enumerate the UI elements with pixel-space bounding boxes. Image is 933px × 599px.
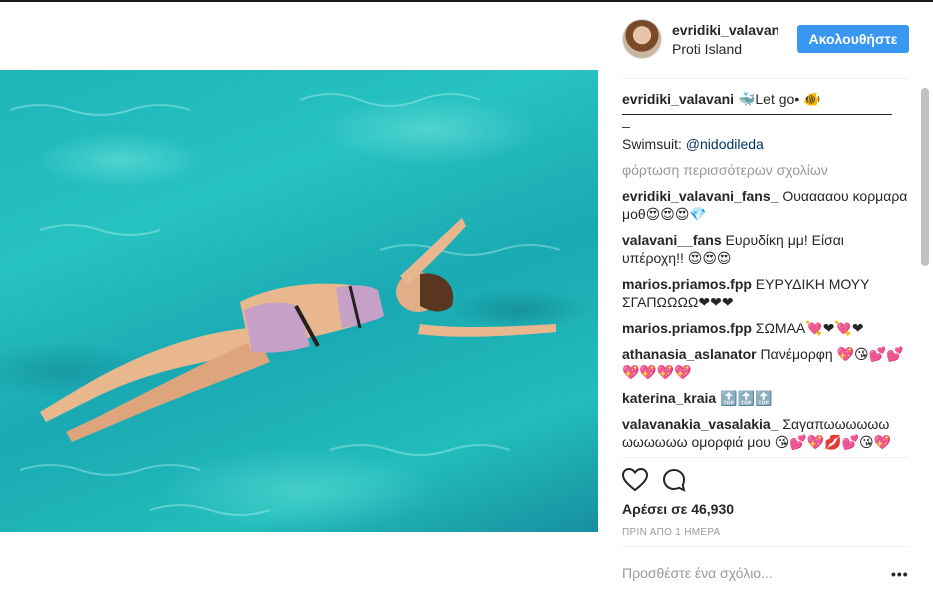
comment-item: valavanakia_vasalakia_ Σαγαπωωωωωω ωωωωω… [622,415,909,451]
comment-text: 🔝🔝🔝 [716,390,773,406]
comment-text: ΣΩΜΑΑ💘❤💘❤ [751,320,864,336]
post-username[interactable]: evridiki_valavani [672,22,778,38]
load-more-comments-link[interactable]: φόρτωση περισσότερων σχολίων [622,161,909,179]
top-border [0,0,933,2]
comment-icon[interactable] [662,468,686,497]
comment-username[interactable]: marios.priamos.fpp [622,320,752,336]
follow-button[interactable]: Ακολουθήστε [797,25,909,53]
comments-divider [622,457,909,458]
swimsuit-mention-link[interactable]: @nidodileda [686,136,764,152]
comment-username[interactable]: katerina_kraia [622,390,716,406]
more-options-icon[interactable]: ••• [891,566,909,582]
caption-rule: _ [622,112,909,128]
comment-item: marios.priamos.fpp ΣΩΜΑΑ💘❤💘❤ [622,319,909,337]
post-location[interactable]: Proti Island [672,41,742,57]
heart-icon[interactable] [621,467,649,497]
post-actions [621,467,722,497]
comment-username[interactable]: valavani__fans [622,232,722,248]
comment-item: evridiki_valavani_fans_ Ουααααου κορμαρα… [622,187,909,223]
add-comment-input[interactable]: Προσθέστε ένα σχόλιο... [622,565,773,581]
post-photo[interactable] [0,70,598,532]
comment-username[interactable]: athanasia_aslanator [622,346,757,362]
comment-item: athanasia_aslanator Πανέμορφη 💖😘💕💕💖💖💖💖 [622,345,909,381]
swimsuit-credit: Swimsuit: @nidodileda [622,135,909,153]
swimsuit-label: Swimsuit: [622,136,686,152]
swimmer-illustration [9,93,561,516]
caption-username[interactable]: evridiki_valavani [622,91,734,107]
footer-divider [622,546,909,547]
likes-count[interactable]: Αρέσει σε 46,930 [622,501,734,517]
comment-username[interactable]: marios.priamos.fpp [622,276,752,292]
comments-scrollbar[interactable] [921,88,929,266]
post-timestamp[interactable]: ΠΡΙΝ ΑΠΟ 1 ΗΜΕΡΑ [622,527,721,538]
comment-item: valavani__fans Ευρυδίκη μμ! Είσαι υπέροχ… [622,231,909,267]
caption-text: 🐳Let go• 🐠 [737,91,821,107]
post-header: evridiki_valavani Proti Island Ακολουθήσ… [622,18,912,62]
header-divider [622,78,909,79]
comment-username[interactable]: evridiki_valavani_fans_ [622,188,778,204]
comment-username[interactable]: valavanakia_vasalakia_ [622,416,778,432]
caption-rule-mark: _ [622,112,630,128]
avatar[interactable] [622,19,662,59]
post-caption: evridiki_valavani 🐳Let go• 🐠 [622,90,909,108]
comment-item: marios.priamos.fpp ΕΥΡΥΔΙΚΗ ΜΟΥΥ ΣΓΑΠΩΩΩ… [622,275,909,311]
comment-item: katerina_kraia 🔝🔝🔝 [622,389,909,407]
comments-list[interactable]: evridiki_valavani 🐳Let go• 🐠 _ Swimsuit:… [622,90,909,457]
